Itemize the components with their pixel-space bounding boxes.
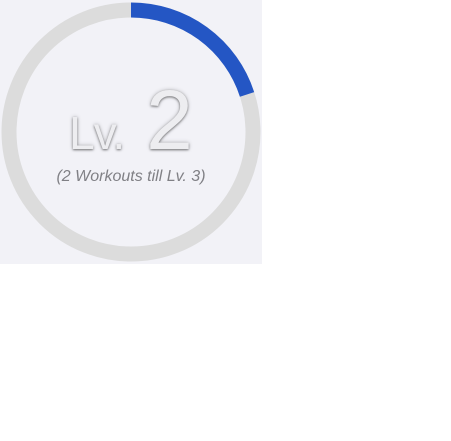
level-progress-widget: Lv. 2 (2 Workouts till Lv. 3): [0, 0, 262, 264]
level-prefix: Lv.: [69, 107, 125, 159]
workouts-remaining-caption: (2 Workouts till Lv. 3): [56, 168, 206, 185]
level-number: 2: [146, 73, 193, 167]
level-label: Lv. 2: [0, 78, 262, 162]
